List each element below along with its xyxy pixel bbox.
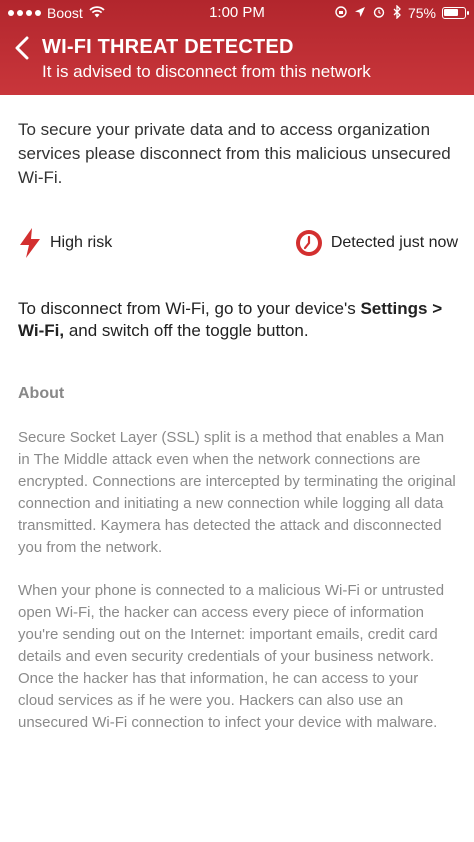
instructions-prefix: To disconnect from Wi-Fi, go to your dev… — [18, 299, 361, 318]
clock-icon — [295, 230, 322, 256]
battery-icon — [442, 7, 469, 19]
chevron-left-icon — [15, 36, 29, 60]
back-button[interactable] — [10, 34, 34, 62]
about-heading: About — [18, 385, 65, 402]
page-title: WI-FI THREAT DETECTED — [42, 36, 294, 58]
risk-level-label: High risk — [50, 234, 113, 251]
risk-level: High risk — [18, 227, 112, 259]
instructions-suffix: and switch off the toggle button. — [64, 321, 309, 340]
disconnect-instructions: To disconnect from Wi-Fi, go to your dev… — [18, 298, 458, 342]
status-time: 1:00 PM — [209, 4, 265, 21]
app-header: Boost 1:00 PM 75% WI-FI THREAT DETECTED … — [0, 0, 474, 95]
page-subtitle: It is advised to disconnect from this ne… — [42, 62, 371, 81]
risk-summary: High risk Detected just now — [18, 226, 458, 260]
detection-time: Detected just now — [295, 229, 458, 257]
about-paragraph-1: Secure Socket Layer (SSL) split is a met… — [18, 429, 456, 556]
intro-text: To secure your private data and to acces… — [18, 120, 451, 187]
status-bar: Boost 1:00 PM 75% — [0, 0, 474, 26]
detection-time-label: Detected just now — [330, 234, 458, 251]
about-paragraph-2: When your phone is connected to a malici… — [18, 582, 445, 731]
lightning-bolt-icon — [20, 228, 40, 258]
intro-section: To secure your private data and to acces… — [18, 118, 458, 190]
